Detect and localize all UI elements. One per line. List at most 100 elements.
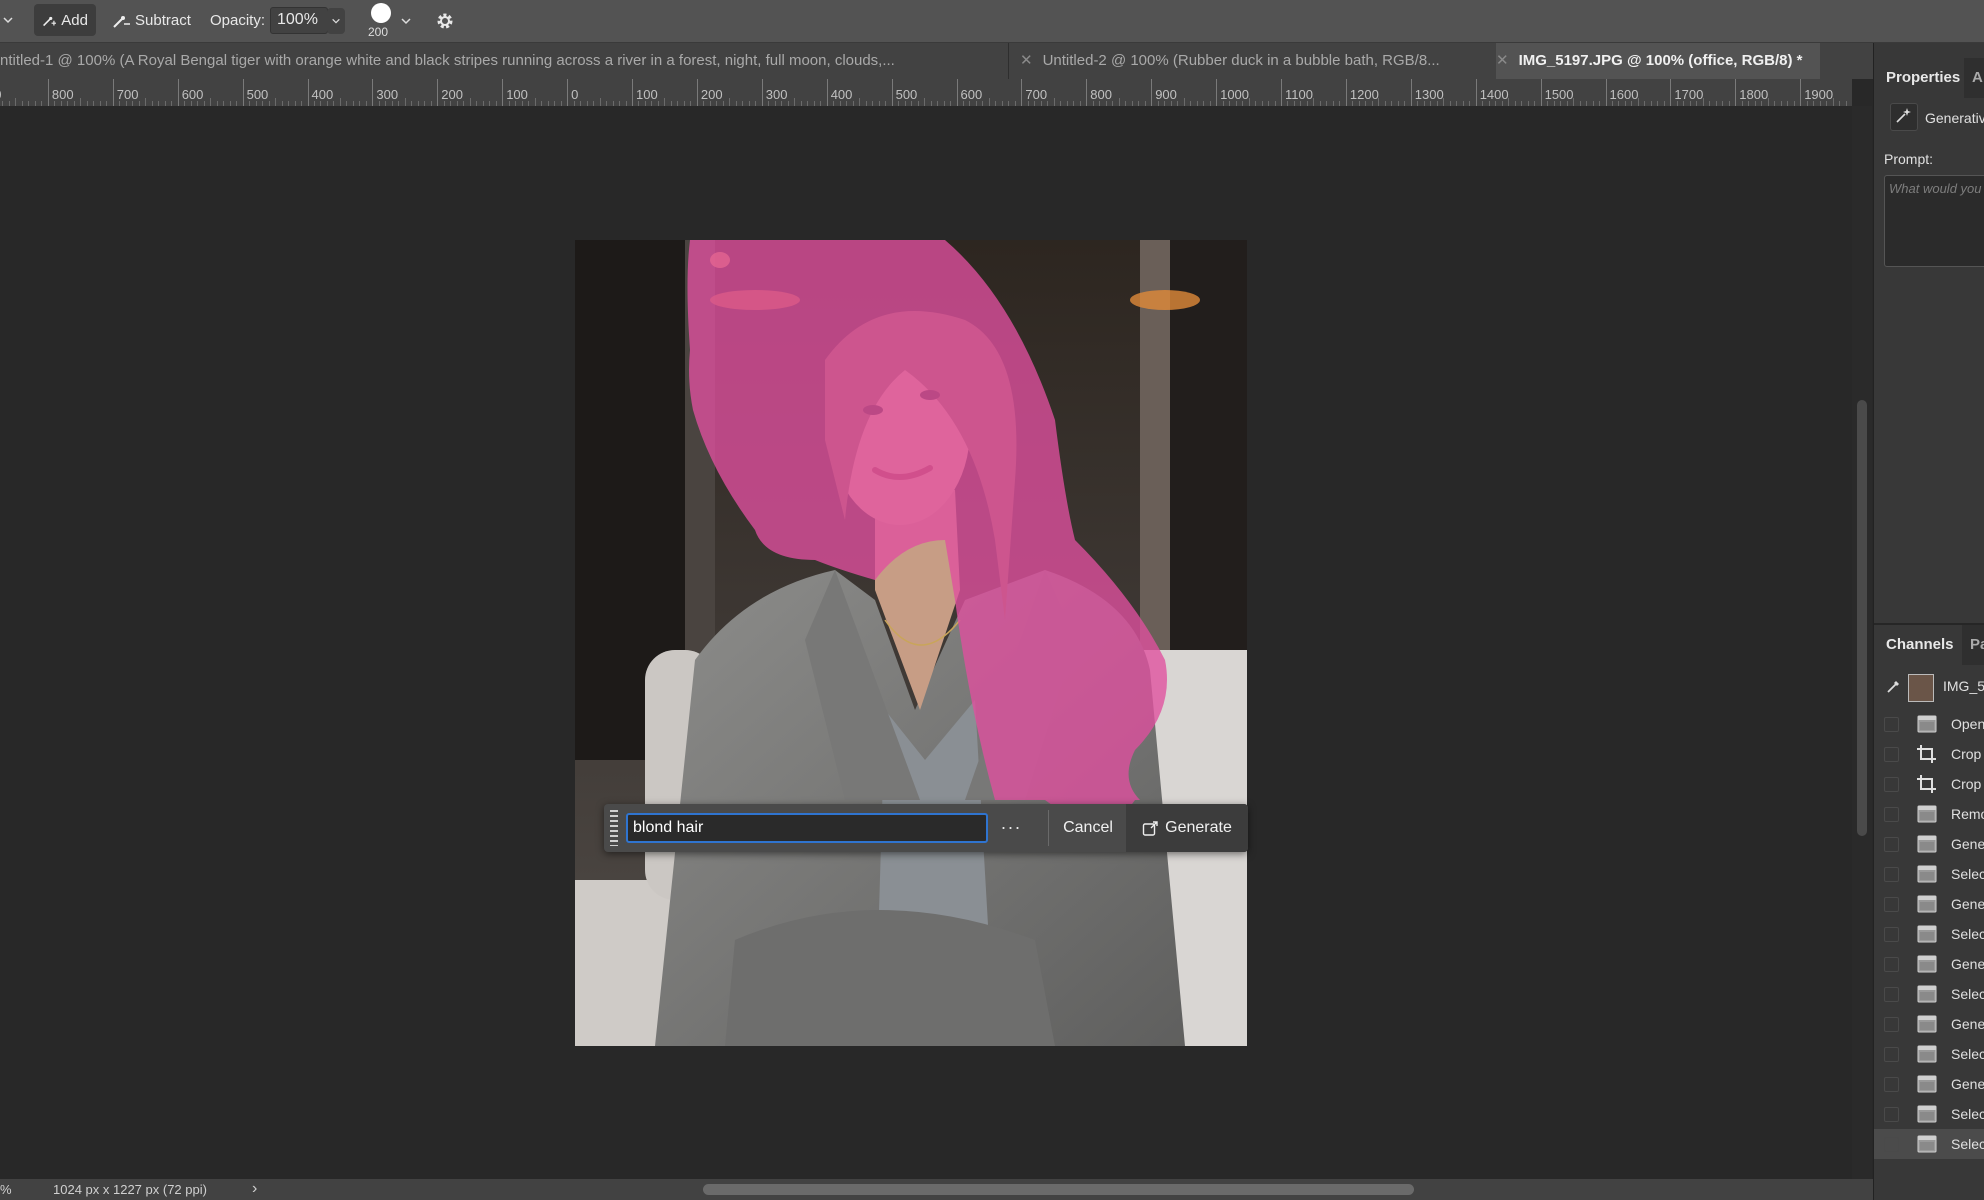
ruler-major-tick [891,79,893,106]
history-snapshot-row[interactable]: IMG_5 [1874,666,1984,706]
cancel-button[interactable]: Cancel [1054,810,1122,846]
brush-size-picker[interactable]: 200 [366,3,394,39]
history-state-checkbox[interactable] [1884,1077,1899,1092]
ruler-minor-tick [1313,98,1315,106]
history-item[interactable]: Selec [1874,859,1984,889]
history-item[interactable]: Selec [1874,979,1984,1009]
document-tab-bar: ntitled-1 @ 100% (A Royal Bengal tiger w… [0,43,1873,79]
add-mode-label: Add [61,11,88,29]
history-state-checkbox[interactable] [1884,1107,1899,1122]
history-item[interactable]: Gene [1874,1009,1984,1039]
ruler-major-tick [1216,79,1218,106]
history-item-label: Gene [1951,1076,1984,1092]
ruler-minor-tick [924,98,926,106]
ruler-label: 700 [1025,87,1048,102]
drag-handle[interactable] [610,810,618,846]
ruler-label: 100 [506,87,528,102]
ruler-major-tick [307,79,309,106]
ruler-minor-tick [469,98,471,106]
add-mode-button[interactable]: Add [34,4,96,36]
ruler-major-tick [1475,79,1477,106]
document-icon [1917,715,1937,733]
history-item[interactable]: Remo [1874,799,1984,829]
history-state-checkbox[interactable] [1884,1017,1899,1032]
horizontal-scroll-thumb[interactable] [703,1184,1414,1195]
ruler-minor-tick [1053,98,1055,106]
tab-img-5197[interactable]: ✕ IMG_5197.JPG @ 100% (office, RGB/8) * [1496,43,1820,79]
history-state-checkbox[interactable] [1884,717,1899,732]
tool-preset-dropdown[interactable] [0,4,20,36]
history-state-checkbox[interactable] [1884,897,1899,912]
status-menu-arrow[interactable]: › [252,1180,257,1198]
history-item[interactable]: Gene [1874,949,1984,979]
history-item[interactable]: Selec [1874,1129,1984,1159]
options-bar: Add Subtract Opacity: 100% 200 [0,0,1984,43]
canvas-vertical-scrollbar[interactable] [1852,106,1872,1179]
tab-channels-label: Channels [1886,636,1954,653]
scroll-thumb[interactable] [1857,400,1867,836]
history-item[interactable]: Selec [1874,919,1984,949]
ruler-major-tick [177,79,179,106]
prompt-placeholder: What would you [1889,181,1982,196]
tab-properties[interactable]: Properties [1874,58,1964,98]
generative-prompt-input[interactable] [626,813,988,843]
document-icon [1917,805,1937,823]
ruler-major-tick [1021,79,1023,106]
history-brush-icon [1887,681,1899,693]
ruler-label: 800 [51,87,74,102]
zoom-level[interactable]: % [0,1182,12,1197]
more-options-button[interactable]: ··· [996,813,1026,843]
history-item[interactable]: Selec [1874,1039,1984,1069]
history-state-checkbox[interactable] [1884,777,1899,792]
crop-icon [1917,775,1936,793]
history-state-checkbox[interactable] [1884,1047,1899,1062]
history-item[interactable]: Crop [1874,739,1984,769]
ruler-major-tick [1800,79,1802,106]
ruler-minor-tick [275,98,277,106]
history-item[interactable]: Gene [1874,829,1984,859]
ruler-major-tick [696,79,698,106]
ruler-major-tick [372,79,374,106]
history-state-checkbox[interactable] [1884,987,1899,1002]
close-icon[interactable]: ✕ [1496,52,1509,69]
more-icon: ··· [1000,817,1022,837]
history-state-checkbox[interactable] [1884,867,1899,882]
history-item[interactable]: Selec [1874,1099,1984,1129]
tab-untitled-2[interactable]: ✕ Untitled-2 @ 100% (Rubber duck in a bub… [1010,43,1495,79]
history-state-checkbox[interactable] [1884,807,1899,822]
tab-channels[interactable]: Channels [1874,625,1962,665]
subtract-mode-button[interactable]: Subtract [104,4,204,36]
history-state-checkbox[interactable] [1884,1137,1899,1152]
opacity-dropdown[interactable] [327,8,345,34]
generate-button[interactable]: Generate [1126,804,1248,852]
history-item[interactable]: Gene [1874,889,1984,919]
history-item[interactable]: Crop [1874,769,1984,799]
tab-adjustments[interactable]: A [1966,58,1984,98]
ruler-minor-tick [794,98,796,106]
tab-paths[interactable]: Pa [1964,625,1984,665]
ruler-label: 1400 [1479,87,1509,102]
status-bar: % 1024 px x 1227 px (72 ppi) › [0,1179,1873,1200]
history-state-checkbox[interactable] [1884,747,1899,762]
settings-button[interactable] [434,10,456,37]
brush-size-dropdown[interactable] [400,14,412,32]
history-state-checkbox[interactable] [1884,837,1899,852]
generative-layer-thumb[interactable] [1890,103,1918,131]
properties-prompt-field[interactable]: What would you [1884,175,1984,267]
history-item[interactable]: Gene [1874,1069,1984,1099]
tab-untitled-1[interactable]: ntitled-1 @ 100% (A Royal Bengal tiger w… [0,43,1008,79]
properties-tab-bar: Properties A [1874,58,1984,98]
history-state-checkbox[interactable] [1884,957,1899,972]
close-icon[interactable]: ✕ [1020,52,1033,69]
history-state-checkbox[interactable] [1884,927,1899,942]
history-item[interactable]: Open [1874,709,1984,739]
ruler-major-tick [632,79,633,106]
ruler-minor-tick [988,98,990,106]
chevron-down-icon [3,17,13,24]
ruler-label: 700 [116,87,139,102]
tab-adjustments-label: A [1972,69,1983,86]
opacity-field[interactable]: 100% [270,7,328,34]
history-item-label: Selec [1951,926,1984,942]
ruler-major-tick [1151,79,1153,106]
ruler-label: 400 [311,87,334,102]
